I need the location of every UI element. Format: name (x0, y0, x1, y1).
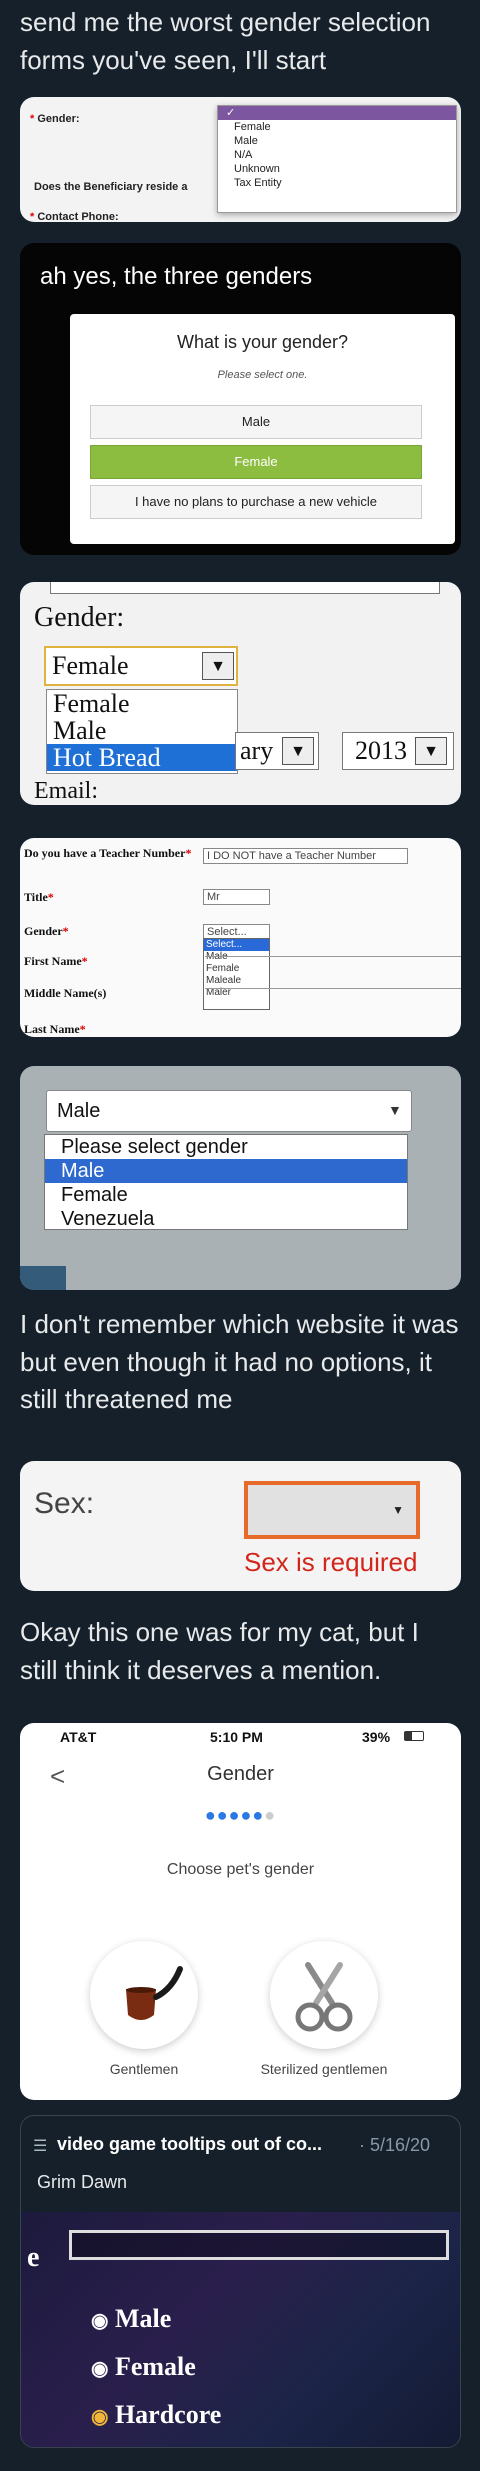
title-label: Title* (24, 890, 54, 904)
male-button[interactable]: Male (90, 405, 422, 439)
form1-panel: * Gender: Does the Beneficiary reside a … (20, 97, 461, 222)
sex-label: Sex: (34, 1487, 95, 1520)
pet-app-panel: AT&T 5:10 PM 39% < Gender ●●●●●● Choose … (20, 1723, 461, 2100)
carrier: AT&T (60, 1729, 97, 1745)
option-male[interactable]: Male (47, 717, 237, 744)
sterilized-gentlemen-label: Sterilized gentlemen (260, 2061, 388, 2077)
gender-select[interactable]: Male (46, 1090, 412, 1132)
panel-heading: ah yes, the three genders (40, 263, 313, 290)
option-female[interactable]: Female (218, 120, 456, 134)
chevron-down-icon[interactable]: ▼ (202, 652, 234, 680)
option-venezuela[interactable]: Venezuela (45, 1207, 407, 1231)
previous-field (50, 582, 440, 594)
gentlemen-label: Gentlemen (109, 2061, 179, 2077)
chevron-down-icon[interactable]: ▼ (282, 737, 314, 765)
letter-e: e (27, 2242, 40, 2273)
middle-name-label: Middle Name(s) (24, 986, 107, 1000)
gender-card: What is your gender? Please select one. … (70, 314, 455, 544)
option-hot-bread[interactable]: Hot Bread (47, 744, 237, 771)
option-male[interactable]: Male (45, 1159, 407, 1183)
first-name-label: First Name* (24, 954, 88, 968)
middle-name-field[interactable] (205, 988, 461, 989)
intro-caption: send me the worst gender selection forms… (20, 7, 431, 75)
list-icon: ☰ (33, 2138, 48, 2155)
radio-icon: ◉ (91, 2310, 109, 2332)
tweet-title: video game tooltips out of co... (57, 2134, 323, 2154)
pipe-icon (126, 1966, 183, 2020)
threatened-caption: I don't remember which website it was bu… (20, 1309, 459, 1415)
option-maleale[interactable]: Maleale (204, 975, 269, 987)
option-unknown[interactable]: Unknown (218, 162, 456, 176)
teacher-select[interactable]: I DO NOT have a Teacher Number (203, 848, 408, 864)
scissors-icon (295, 1962, 353, 2032)
radio-icon: ◉ (91, 2358, 109, 2380)
beneficiary-label: Does the Beneficiary reside a (34, 181, 188, 193)
option-select[interactable]: Select... (204, 939, 269, 951)
gender-label: Gender* (24, 924, 69, 938)
option-male[interactable]: Male (218, 134, 456, 148)
contact-phone-label: * Contact Phone: (30, 211, 119, 222)
no-vehicle-button[interactable]: I have no plans to purchase a new vehicl… (90, 485, 422, 519)
option-male[interactable]: Male (204, 951, 269, 963)
tweet-date: · 5/16/20 (359, 2135, 431, 2155)
screenshot-page: send me the worst gender selection forms… (0, 0, 480, 2471)
cat-caption: Okay this one was for my cat, but I stil… (20, 1617, 419, 1685)
battery-level: 39% (362, 1729, 391, 1745)
gender-label: * Gender: (30, 113, 80, 125)
progress-dots: ●●●●●● (204, 1805, 277, 1825)
radio-icon: ◉ (91, 2406, 109, 2428)
tweet-subtitle: Grim Dawn (37, 2172, 128, 2192)
option-placeholder[interactable]: Please select gender (45, 1135, 407, 1159)
quoted-tweet-panel[interactable]: ☰ video game tooltips out of co... · 5/1… (20, 2115, 461, 2448)
form4-panel: Do you have a Teacher Number* I DO NOT h… (20, 838, 461, 1037)
option-female[interactable]: ◉ Female (91, 2352, 196, 2382)
first-name-field[interactable] (205, 956, 461, 957)
option-na[interactable]: N/A (218, 148, 456, 162)
game-input-bar (69, 2230, 449, 2260)
chevron-down-icon[interactable]: ▼ (415, 737, 447, 765)
form5-panel: Male ▼ Please select gender Male Female … (20, 1066, 461, 1290)
sterilized-gentlemen-option[interactable] (270, 1941, 378, 2049)
gender-label: Gender: (34, 602, 125, 633)
gender-options-list: Select... Male Female Maleale Maler (203, 938, 270, 1010)
email-label: Email: (34, 778, 98, 804)
title-select[interactable]: Mr (203, 889, 270, 905)
gender-options-list: Female Male Hot Bread (46, 689, 238, 774)
female-button[interactable]: Female (90, 445, 422, 479)
status-time: 5:10 PM (210, 1729, 263, 1745)
prompt: Choose pet's gender (166, 1861, 315, 1878)
option-tax-entity[interactable]: Tax Entity (218, 176, 456, 190)
sex-error-message: Sex is required (244, 1547, 418, 1577)
form3-panel: Gender: Female ▼ Female Male Hot Bread a… (20, 582, 461, 805)
battery-icon (404, 1731, 424, 1741)
teacher-label: Do you have a Teacher Number* (24, 846, 192, 860)
last-name-label: Last Name* (24, 1022, 86, 1036)
gentlemen-option[interactable] (90, 1941, 198, 2049)
nav-title: Gender (207, 1763, 274, 1785)
option-female[interactable]: Female (45, 1183, 407, 1207)
selected-option[interactable]: ✓ (218, 106, 456, 120)
option-hardcore[interactable]: ◉ Hardcore (91, 2400, 221, 2430)
option-female[interactable]: Female (47, 690, 237, 717)
form6-panel: Sex: ▼ Sex is required (20, 1461, 461, 1591)
gender-options-list: Please select gender Male Female Venezue… (44, 1134, 408, 1230)
subtitle: Please select one. (217, 369, 308, 381)
chevron-down-icon[interactable]: ▼ (388, 1102, 402, 1118)
form2-panel: ah yes, the three genders What is your g… (20, 243, 461, 555)
sex-select[interactable]: ▼ (244, 1481, 420, 1539)
question: What is your gender? (176, 332, 349, 352)
chevron-down-icon: ▼ (392, 1503, 404, 1517)
option-female[interactable]: Female (204, 963, 269, 975)
gender-dropdown[interactable]: ✓ Female Male N/A Unknown Tax Entity (217, 105, 457, 213)
cut-off-button (20, 1266, 66, 1290)
option-male[interactable]: ◉ Male (91, 2304, 171, 2334)
game-screenshot: e ◉ Male ◉ Female ◉ Hardcore (21, 2212, 460, 2447)
